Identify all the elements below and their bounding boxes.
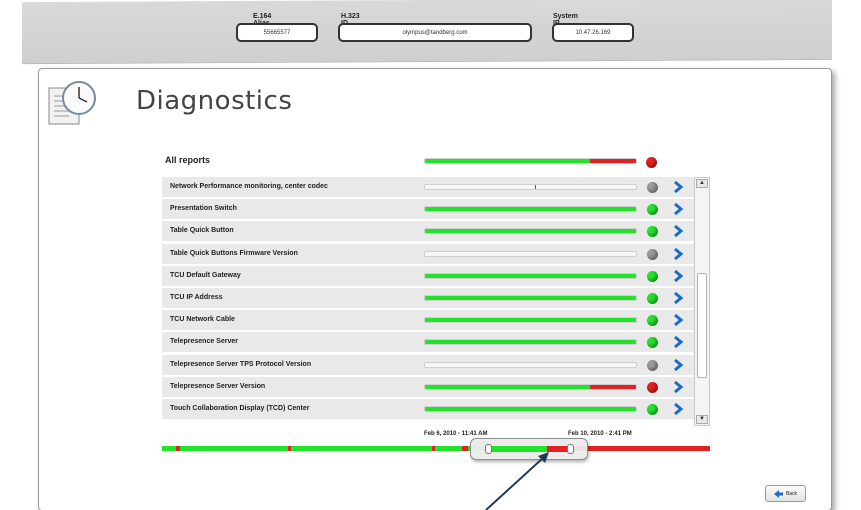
timeline-range-red xyxy=(547,446,569,452)
report-status-bar xyxy=(424,250,637,257)
status-dot-grey xyxy=(647,248,658,260)
all-reports-bar xyxy=(424,158,637,164)
timeline-end-label: Feb 10, 2010 - 2:41 PM xyxy=(568,431,632,437)
report-name: Telepresence Server TPS Protocol Version xyxy=(170,360,312,368)
report-bar-green xyxy=(425,407,636,411)
timeline-event xyxy=(176,446,180,451)
timeline-range-selector[interactable] xyxy=(470,438,588,460)
chevron-right-icon[interactable] xyxy=(672,313,684,327)
report-bar-marker xyxy=(534,185,536,189)
report-bar-red xyxy=(589,384,636,389)
report-status-bar xyxy=(424,184,637,190)
report-name: Table Quick Buttons Firmware Version xyxy=(170,249,298,257)
all-reports-bar-red xyxy=(589,159,636,163)
back-arrow-icon xyxy=(773,489,783,498)
report-bar-green xyxy=(425,340,636,345)
back-button-label: Back xyxy=(785,490,798,497)
report-status-bar xyxy=(424,406,637,412)
report-name: Touch Collaboration Display (TCD) Center xyxy=(170,405,310,412)
chevron-right-icon[interactable] xyxy=(672,247,684,261)
report-status-bar xyxy=(424,272,637,279)
status-dot-green xyxy=(647,337,658,349)
chevron-right-icon[interactable] xyxy=(672,269,684,283)
report-status-bar xyxy=(424,295,637,301)
chevron-right-icon[interactable] xyxy=(672,202,684,216)
report-name: Telepresence Server Version xyxy=(170,382,266,390)
status-dot-green xyxy=(647,226,658,238)
report-list-scrollbar[interactable]: ▲ ▼ xyxy=(694,177,710,426)
report-name: Telepresence Server xyxy=(170,338,238,346)
report-row[interactable]: Telepresence Server xyxy=(162,332,694,354)
clock-document-icon xyxy=(47,78,99,128)
report-name: TCU Default Gateway xyxy=(170,271,241,279)
scroll-up-button[interactable]: ▲ xyxy=(696,179,708,188)
status-dot-red xyxy=(647,381,658,393)
timeline-event xyxy=(432,446,435,451)
range-start-handle[interactable] xyxy=(485,444,492,454)
scroll-down-button[interactable]: ▼ xyxy=(696,415,708,424)
report-row[interactable]: Table Quick Buttons Firmware Version xyxy=(162,243,694,265)
status-dot-green xyxy=(647,293,658,304)
report-bar-green xyxy=(425,318,636,323)
report-row[interactable]: Telepresence Server Version xyxy=(162,376,694,398)
system-ip-value: 10.47.26.169 xyxy=(552,23,634,42)
all-reports-bar-green xyxy=(425,159,590,163)
chevron-right-icon[interactable] xyxy=(672,380,684,394)
report-name: TCU Network Cable xyxy=(170,316,235,324)
page-title: Diagnostics xyxy=(136,86,293,116)
report-status-bar xyxy=(424,317,637,324)
report-bar-green xyxy=(425,207,636,212)
status-dot-grey xyxy=(647,359,658,371)
report-row[interactable]: Presentation Switch xyxy=(162,199,694,221)
all-reports-label: All reports xyxy=(165,155,211,165)
report-row[interactable]: Touch Collaboration Display (TCD) Center xyxy=(162,399,694,420)
report-row[interactable]: TCU Network Cable xyxy=(162,310,694,332)
timeline-event xyxy=(462,446,468,451)
report-name: TCU IP Address xyxy=(170,294,223,301)
report-status-bar xyxy=(424,206,637,213)
status-dot-green xyxy=(647,204,658,216)
all-reports-status-dot xyxy=(646,157,657,168)
e164-alias-value: 55665577 xyxy=(236,23,318,42)
scroll-thumb[interactable] xyxy=(697,273,707,378)
report-bar-green xyxy=(425,296,636,300)
report-status-bar xyxy=(424,228,637,235)
report-row[interactable]: TCU IP Address xyxy=(162,288,694,309)
status-dot-grey xyxy=(647,182,658,193)
report-bar-green xyxy=(425,229,636,234)
chevron-right-icon[interactable] xyxy=(672,358,684,372)
chevron-right-icon[interactable] xyxy=(672,291,684,305)
h323-id-value: olympus@tandberg.com xyxy=(338,23,532,42)
report-name: Presentation Switch xyxy=(170,205,237,213)
report-bar-green xyxy=(425,273,636,278)
report-row[interactable]: Table Quick Button xyxy=(162,221,694,243)
chevron-right-icon[interactable] xyxy=(672,180,684,194)
report-name: Table Quick Button xyxy=(170,227,234,235)
report-status-bar xyxy=(424,339,637,346)
report-row[interactable]: Telepresence Server TPS Protocol Version xyxy=(162,354,694,376)
timeline-start-label: Feb 6, 2010 - 11:41 AM xyxy=(424,431,488,437)
report-bar-green xyxy=(425,384,590,389)
back-button[interactable]: Back xyxy=(765,485,806,502)
range-end-handle[interactable] xyxy=(567,444,574,454)
report-row[interactable]: TCU Default Gateway xyxy=(162,265,694,287)
report-row[interactable]: Network Performance monitoring, center c… xyxy=(162,177,694,198)
report-status-bar xyxy=(424,383,637,390)
report-list: Network Performance monitoring, center c… xyxy=(162,177,694,421)
status-dot-green xyxy=(647,404,658,415)
status-dot-green xyxy=(647,270,658,282)
report-name: Network Performance monitoring, center c… xyxy=(170,183,328,190)
timeline-event xyxy=(288,446,291,451)
chevron-right-icon[interactable] xyxy=(672,335,684,349)
timeline-range-fill xyxy=(489,446,569,452)
chevron-right-icon[interactable] xyxy=(672,224,684,238)
chevron-right-icon[interactable] xyxy=(672,402,684,416)
report-status-bar xyxy=(424,361,637,368)
timeline-bar[interactable] xyxy=(162,446,710,451)
status-dot-green xyxy=(647,315,658,327)
